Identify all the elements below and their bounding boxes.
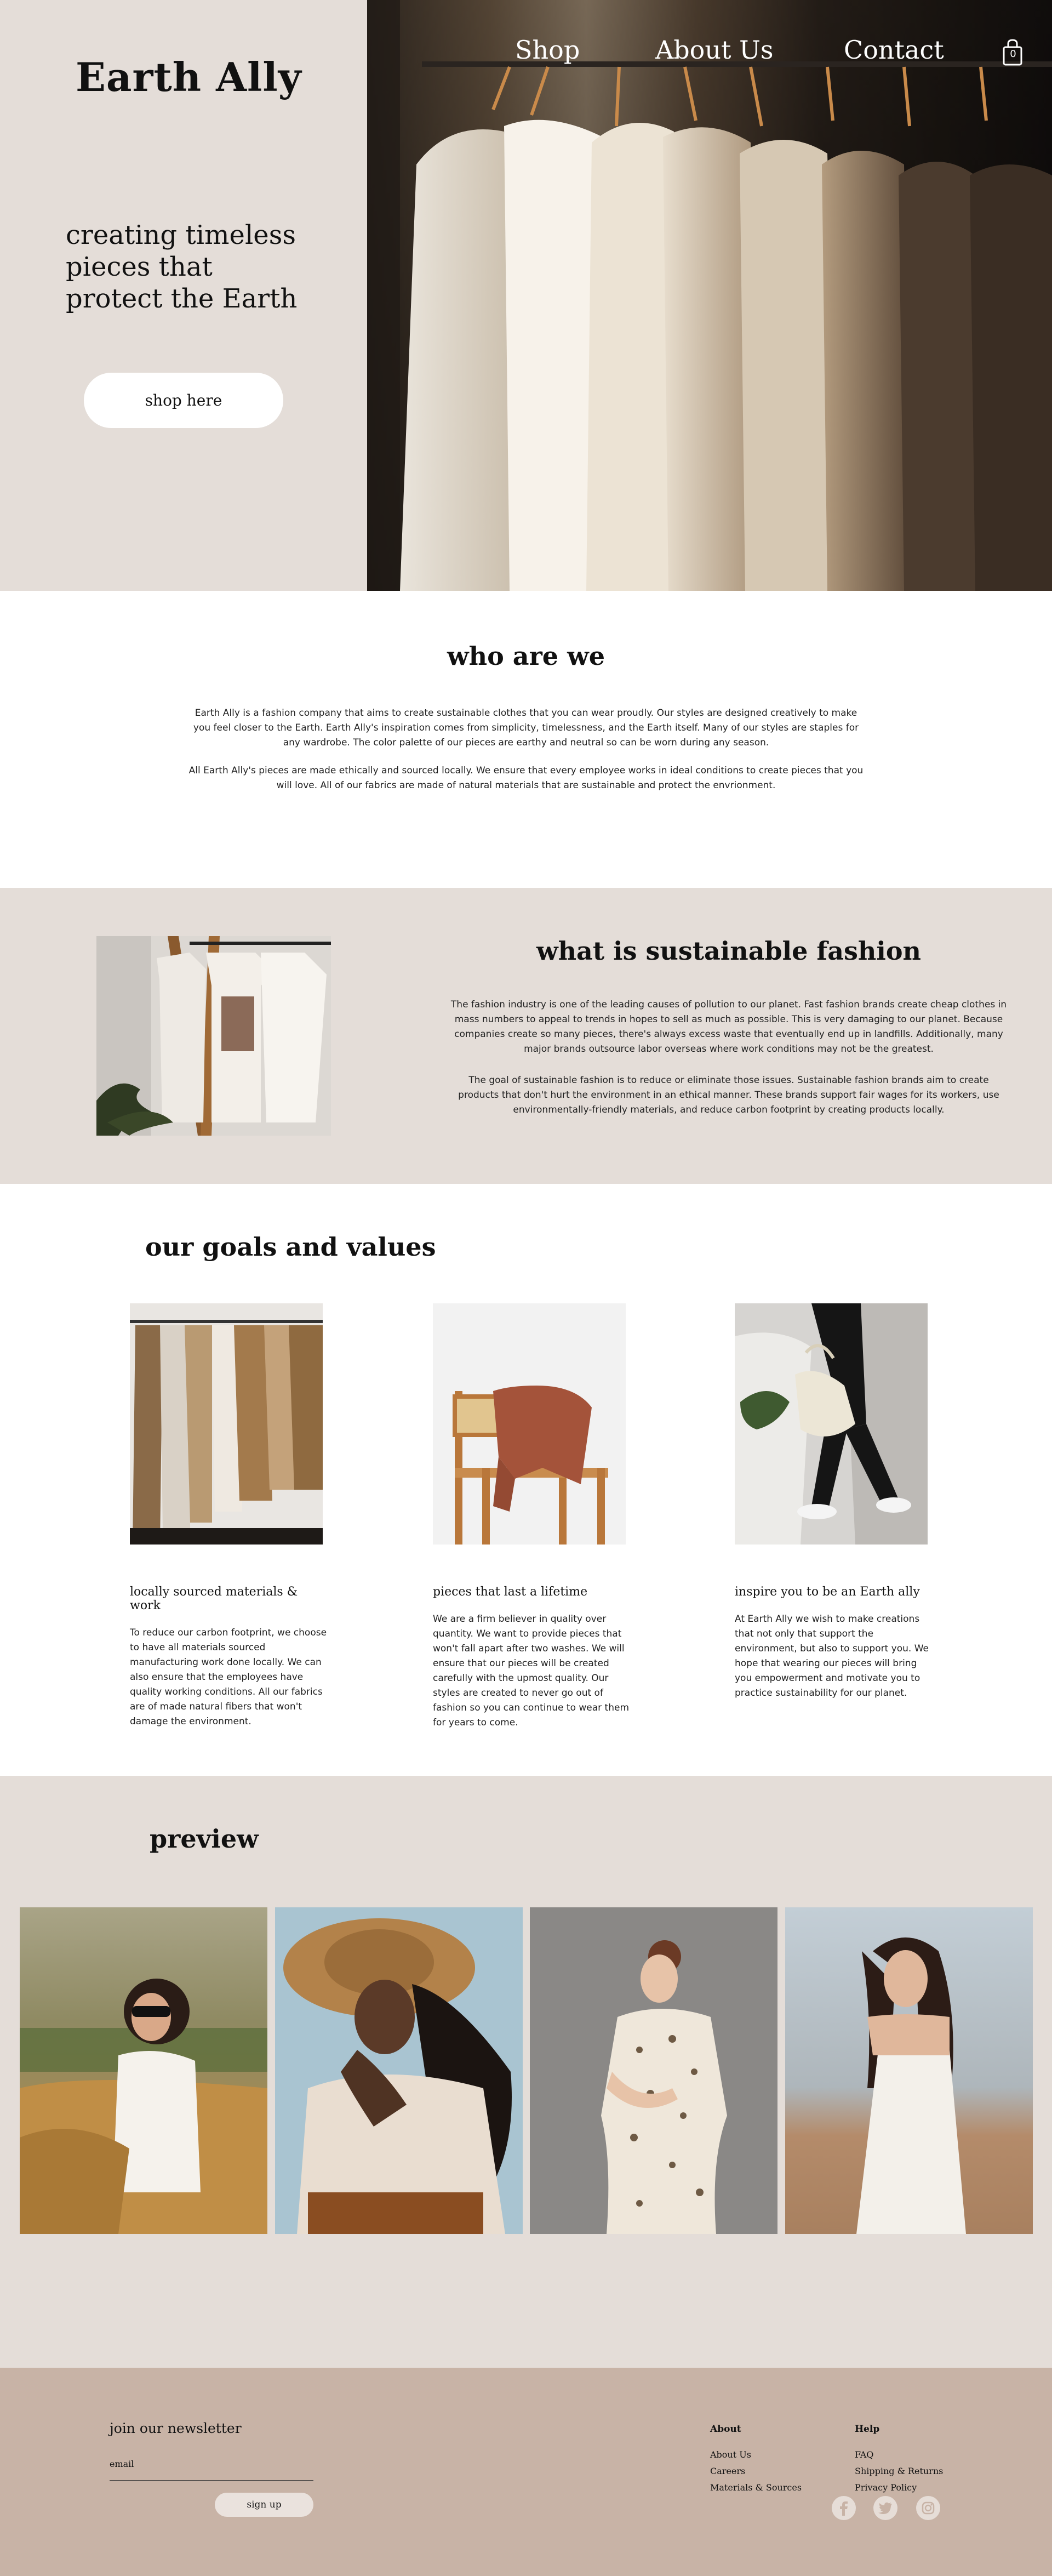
goal-title: locally sourced materials & work <box>130 1585 298 1612</box>
goals-values-section: our goals and values locally sourced mat… <box>0 1184 1052 1776</box>
preview-photo-wheat-field[interactable] <box>20 1907 267 2234</box>
shop-here-button[interactable]: shop here <box>84 373 283 428</box>
footer-about-heading: About <box>710 2424 741 2435</box>
goal-card: inspire you to be an Earth ally At Earth… <box>735 1303 932 1701</box>
footer-link-shipping[interactable]: Shipping & Returns <box>855 2463 943 2480</box>
brand-logo[interactable]: Earth Ally <box>76 54 302 100</box>
footer-help-heading: Help <box>855 2424 880 2435</box>
preview-photo-floral-dress[interactable] <box>530 1907 777 2234</box>
sustainable-paragraph-2: The goal of sustainable fashion is to re… <box>458 1075 999 1115</box>
sustainable-paragraph-1: The fashion industry is one of the leadi… <box>450 999 1007 1055</box>
footer-link-privacy[interactable]: Privacy Policy <box>855 2480 943 2496</box>
footer-link-careers[interactable]: Careers <box>710 2463 802 2480</box>
goal-photo-tote-bag <box>735 1303 928 1545</box>
footer: join our newsletter email sign up About … <box>0 2368 1052 2576</box>
preview-heading: preview <box>150 1824 259 1854</box>
goal-photo-clothes-rack <box>130 1303 323 1545</box>
instagram-icon[interactable] <box>915 2495 941 2521</box>
sign-up-button[interactable]: sign up <box>215 2493 313 2517</box>
newsletter-title: join our newsletter <box>110 2420 242 2436</box>
goals-heading: our goals and values <box>145 1232 436 1262</box>
nav-link-about-us[interactable]: About Us <box>655 35 773 65</box>
goal-title: inspire you to be an Earth ally <box>735 1585 920 1599</box>
sustainable-heading: what is sustainable fashion <box>536 936 921 966</box>
footer-link-faq[interactable]: FAQ <box>855 2447 943 2463</box>
preview-section: preview <box>0 1776 1052 2368</box>
facebook-icon[interactable] <box>831 2495 857 2521</box>
top-nav: Shop About Us Contact 0 <box>0 0 1052 66</box>
footer-link-about-us[interactable]: About Us <box>710 2447 802 2463</box>
footer-about-column: About About Us Careers Materials & Sourc… <box>710 2424 802 2496</box>
nav-link-shop[interactable]: Shop <box>515 35 580 65</box>
hero-tagline: creating timeless pieces that protect th… <box>66 220 298 314</box>
email-label: email <box>110 2459 134 2469</box>
hero-photo-clothing-rack <box>367 0 1052 591</box>
hero-section: Earth Ally creating timeless pieces that… <box>0 0 1052 591</box>
who-paragraph-1: Earth Ally is a fashion company that aim… <box>193 708 859 748</box>
twitter-icon[interactable] <box>872 2495 899 2521</box>
who-heading: who are we <box>447 641 605 671</box>
footer-help-column: Help FAQ Shipping & Returns Privacy Poli… <box>855 2424 943 2496</box>
hero-left-panel: Earth Ally creating timeless pieces that… <box>0 0 367 591</box>
cart-count: 0 <box>1010 48 1016 60</box>
who-are-we-section: who are we Earth Ally is a fashion compa… <box>0 591 1052 888</box>
goal-card: locally sourced materials & work To redu… <box>130 1303 327 1729</box>
footer-link-materials[interactable]: Materials & Sources <box>710 2480 802 2496</box>
goal-text: To reduce our carbon footprint, we choos… <box>130 1627 327 1727</box>
goal-text: At Earth Ally we wish to make creations … <box>735 1614 929 1699</box>
email-field[interactable] <box>110 2469 313 2481</box>
goal-title: pieces that last a lifetime <box>433 1585 588 1599</box>
goal-card: pieces that last a lifetime We are a fir… <box>433 1303 630 1730</box>
goal-text: We are a firm believer in quality over q… <box>433 1614 630 1728</box>
preview-photo-straw-hat[interactable] <box>275 1907 523 2234</box>
who-paragraph-2: All Earth Ally's pieces are made ethical… <box>188 765 864 791</box>
sustainable-fashion-section: what is sustainable fashion The fashion … <box>0 888 1052 1184</box>
preview-photo-white-dress[interactable] <box>785 1907 1033 2234</box>
goal-photo-sweater-chair <box>433 1303 626 1545</box>
nav-link-contact[interactable]: Contact <box>844 35 944 65</box>
tshirt-rack-photo <box>96 936 331 1136</box>
